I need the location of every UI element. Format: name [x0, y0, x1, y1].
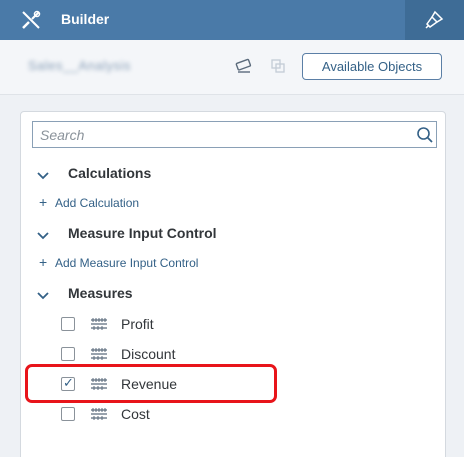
measure-icon — [90, 317, 108, 336]
checkbox[interactable] — [61, 347, 75, 361]
section-measures[interactable]: Measures — [21, 282, 447, 306]
measure-item-profit[interactable]: Profit — [21, 313, 447, 335]
plus-icon: + — [39, 254, 48, 270]
measure-icon — [90, 377, 108, 396]
eraser-icon[interactable] — [234, 57, 254, 80]
checkbox[interactable] — [61, 317, 75, 331]
measure-icon — [90, 407, 108, 426]
chevron-down-icon[interactable] — [36, 288, 50, 306]
paint-brush-icon — [425, 10, 444, 29]
builder-header: Builder — [0, 0, 464, 40]
plus-icon: + — [39, 194, 48, 210]
builder-panel: Search Calculations + Add Calculation Me… — [20, 111, 446, 457]
add-calculation-label: Add Calculation — [55, 196, 140, 210]
chevron-down-icon[interactable] — [36, 168, 50, 186]
measure-name: Revenue — [121, 376, 178, 392]
search-input[interactable]: Search — [32, 121, 437, 148]
section-label: Calculations — [68, 165, 152, 181]
measure-item-discount[interactable]: Discount — [21, 343, 447, 365]
section-measure-input-control[interactable]: Measure Input Control — [21, 222, 447, 246]
section-calculations[interactable]: Calculations — [21, 162, 447, 186]
measure-name: Discount — [121, 346, 176, 362]
model-toolbar: Sales__Analysis Available Objects — [0, 40, 464, 95]
measure-item-cost[interactable]: Cost — [21, 403, 447, 425]
search-icon[interactable] — [416, 126, 434, 149]
checkbox-checked[interactable]: ✓ — [61, 375, 75, 391]
available-objects-button[interactable]: Available Objects — [302, 53, 442, 80]
checkbox[interactable] — [61, 407, 75, 421]
model-name[interactable]: Sales__Analysis — [28, 58, 131, 73]
page-title: Builder — [61, 11, 110, 27]
measure-icon — [90, 347, 108, 366]
measure-name: Cost — [121, 406, 150, 422]
styling-button[interactable] — [405, 0, 464, 40]
add-measure-input-control-label: Add Measure Input Control — [55, 256, 199, 270]
section-label: Measure Input Control — [68, 225, 217, 241]
section-label: Measures — [68, 285, 133, 301]
search-placeholder: Search — [40, 127, 85, 143]
measure-item-revenue[interactable]: ✓ Revenue — [21, 373, 447, 395]
measure-name: Profit — [121, 316, 154, 332]
tools-icon[interactable] — [20, 9, 42, 31]
copy-icon[interactable] — [270, 58, 286, 79]
chevron-down-icon[interactable] — [36, 228, 50, 246]
checkmark-icon: ✓ — [63, 375, 74, 390]
